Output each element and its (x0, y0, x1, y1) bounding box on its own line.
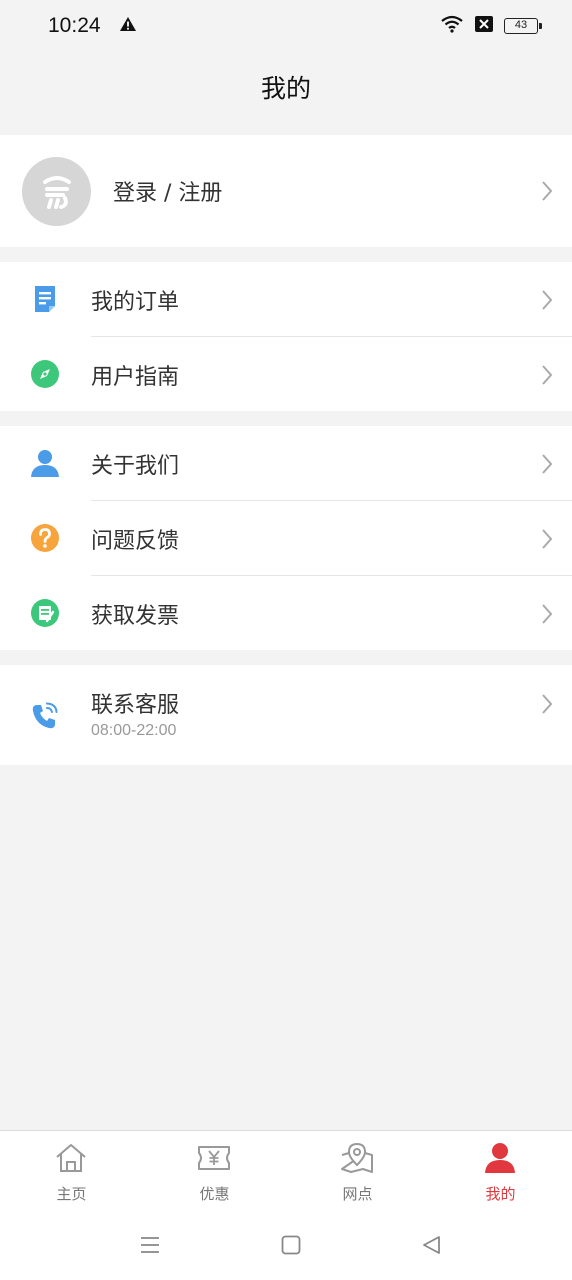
login-register-label: 登录 / 注册 (113, 181, 223, 206)
tab-label: 我的 (485, 1185, 516, 1203)
chevron-right-icon (542, 290, 553, 310)
home-square-icon[interactable] (280, 1234, 302, 1256)
menu-item-feedback[interactable]: 问题反馈 (0, 501, 572, 576)
menu-item-label: 关于我们 (91, 454, 180, 479)
user-icon (31, 450, 59, 477)
menu-item-about-us[interactable]: 关于我们 (0, 426, 572, 501)
status-bar: 10:24 43 (0, 0, 572, 52)
menu-item-label: 我的订单 (91, 290, 180, 315)
wifi-icon (440, 15, 464, 37)
chevron-right-icon (542, 529, 553, 549)
question-icon (31, 524, 59, 552)
tab-label: 优惠 (199, 1185, 230, 1203)
page-title: 我的 (260, 74, 311, 103)
invoice-icon (31, 599, 59, 627)
service-label: 联系客服 (91, 693, 180, 718)
service-hours: 08:00-22:00 (91, 722, 177, 739)
warning-icon (119, 16, 137, 36)
login-row[interactable]: 登录 / 注册 (0, 135, 572, 247)
status-time: 10:24 (48, 14, 101, 37)
tab-offers[interactable]: 优惠 (143, 1131, 286, 1216)
profile-icon (485, 1143, 515, 1173)
avatar (22, 157, 91, 226)
tab-outlets[interactable]: 网点 (286, 1131, 429, 1216)
chevron-right-icon (542, 365, 553, 385)
menu-icon[interactable] (139, 1234, 161, 1256)
battery-indicator: 43 (504, 18, 542, 34)
menu-item-get-invoice[interactable]: 获取发票 (0, 576, 572, 651)
chevron-right-icon (542, 454, 553, 474)
menu-group-1: 我的订单 用户指南 (0, 262, 572, 411)
bottom-tab-bar: 主页 优惠 网点 我的 (0, 1130, 572, 1215)
chevron-right-icon (542, 181, 553, 201)
chevron-right-icon (542, 604, 553, 624)
menu-item-my-orders[interactable]: 我的订单 (0, 262, 572, 337)
chevron-right-icon (542, 694, 553, 714)
menu-item-label: 获取发票 (91, 604, 180, 629)
menu-item-label: 用户指南 (91, 365, 180, 390)
menu-group-2: 关于我们 问题反馈 获取发票 (0, 426, 572, 650)
logo-icon (42, 175, 71, 209)
menu-item-user-guide[interactable]: 用户指南 (0, 337, 572, 412)
tab-label: 网点 (342, 1185, 373, 1203)
phone-icon (32, 702, 58, 729)
menu-item-contact-service[interactable]: 联系客服 08:00-22:00 (0, 665, 572, 765)
tab-home[interactable]: 主页 (0, 1131, 143, 1216)
tab-mine[interactable]: 我的 (429, 1131, 572, 1216)
order-icon (35, 286, 55, 312)
coupon-icon (198, 1146, 230, 1170)
system-nav-bar (0, 1215, 572, 1280)
title-bar: 我的 (0, 52, 572, 122)
compass-icon (31, 360, 59, 388)
back-icon[interactable] (420, 1234, 442, 1256)
home-icon (56, 1144, 86, 1172)
tab-label: 主页 (56, 1185, 87, 1203)
sim-off-icon (474, 15, 494, 37)
menu-item-label: 问题反馈 (91, 529, 180, 554)
map-pin-icon (341, 1142, 373, 1173)
